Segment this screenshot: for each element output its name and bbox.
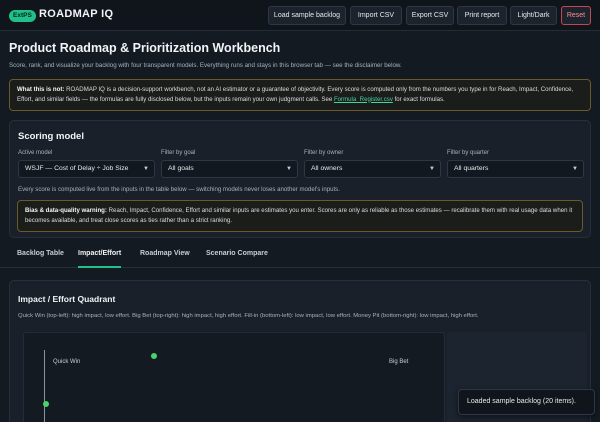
- goal-filter-select[interactable]: All goals ▼: [161, 160, 298, 178]
- quarter-filter-value: All quarters: [454, 165, 489, 172]
- theme-toggle-button[interactable]: Light/Dark: [510, 6, 557, 25]
- bias-warning-heading: Bias & data-quality warning:: [25, 207, 107, 214]
- goal-filter-value: All goals: [168, 165, 194, 172]
- tab-impact-effort[interactable]: Impact/Effort: [78, 250, 122, 268]
- y-axis-line: [44, 350, 45, 422]
- chevron-down-icon: ▼: [572, 166, 578, 172]
- active-model-select[interactable]: WSJF — Cost of Delay ÷ Job Size ▼: [18, 160, 155, 178]
- quadrant-plot: Quick Win Big Bet: [23, 332, 445, 422]
- backlog-item-point[interactable]: [43, 401, 49, 407]
- tab-roadmap-view[interactable]: Roadmap View: [140, 250, 190, 268]
- quarter-filter-label: Filter by quarter: [447, 150, 490, 156]
- export-csv-button[interactable]: Export CSV: [406, 6, 454, 25]
- active-model-label: Active model: [18, 150, 53, 156]
- disclaimer-heading: What this is not:: [17, 86, 65, 93]
- owner-filter-select[interactable]: All owners ▼: [304, 160, 441, 178]
- quarter-filter-select[interactable]: All quarters ▼: [447, 160, 584, 178]
- disclaimer-text: ROADMAP IQ is a decision-support workben…: [17, 86, 574, 103]
- quadrant-description: Quick Win (top-left): high impact, low e…: [18, 313, 479, 319]
- page-subtitle: Score, rank, and visualize your backlog …: [9, 62, 402, 69]
- scoring-note: Every score is computed live from the in…: [18, 186, 340, 193]
- disclaimer-tail: for exact formulas.: [394, 95, 445, 103]
- quadrant-label-big-bet: Big Bet: [389, 359, 409, 365]
- scoring-model-card: Scoring model Active model WSJF — Cost o…: [9, 120, 591, 238]
- tab-backlog-table[interactable]: Backlog Table: [17, 250, 64, 268]
- load-sample-backlog-button[interactable]: Load sample backlog: [268, 6, 346, 25]
- owner-filter-value: All owners: [311, 165, 343, 172]
- bias-warning-box: Bias & data-quality warning: Reach, Impa…: [17, 200, 583, 232]
- brand-badge: ExtPS: [9, 10, 36, 22]
- import-csv-button[interactable]: Import CSV: [350, 6, 402, 25]
- chevron-down-icon: ▼: [143, 166, 149, 172]
- quadrant-title: Impact / Effort Quadrant: [18, 294, 116, 304]
- scoring-model-title: Scoring model: [18, 131, 84, 142]
- bias-warning-text: Reach, Impact, Confidence, Effort and si…: [25, 207, 573, 224]
- goal-filter-label: Filter by goal: [161, 150, 196, 156]
- toast-notification: Loaded sample backlog (20 items).: [458, 389, 595, 415]
- reset-button[interactable]: Reset: [561, 6, 591, 25]
- chevron-down-icon: ▼: [286, 166, 292, 172]
- print-report-button[interactable]: Print report: [457, 6, 507, 25]
- chevron-down-icon: ▼: [429, 166, 435, 172]
- disclaimer-box: What this is not: ROADMAP IQ is a decisi…: [9, 79, 591, 111]
- quadrant-label-quick-win: Quick Win: [53, 359, 81, 365]
- top-bar: ExtPS ROADMAP IQ Load sample backlog Imp…: [0, 0, 600, 31]
- active-model-value: WSJF — Cost of Delay ÷ Job Size: [25, 165, 129, 172]
- formula-register-link[interactable]: Formula_Register.csv: [334, 96, 393, 103]
- tab-scenario-compare[interactable]: Scenario Compare: [206, 250, 268, 268]
- owner-filter-label: Filter by owner: [304, 150, 344, 156]
- view-tabs: Backlog Table Impact/Effort Roadmap View…: [0, 244, 600, 268]
- backlog-item-point[interactable]: [151, 353, 157, 359]
- app-title: ROADMAP IQ: [39, 8, 114, 20]
- page-title: Product Roadmap & Prioritization Workben…: [9, 41, 281, 55]
